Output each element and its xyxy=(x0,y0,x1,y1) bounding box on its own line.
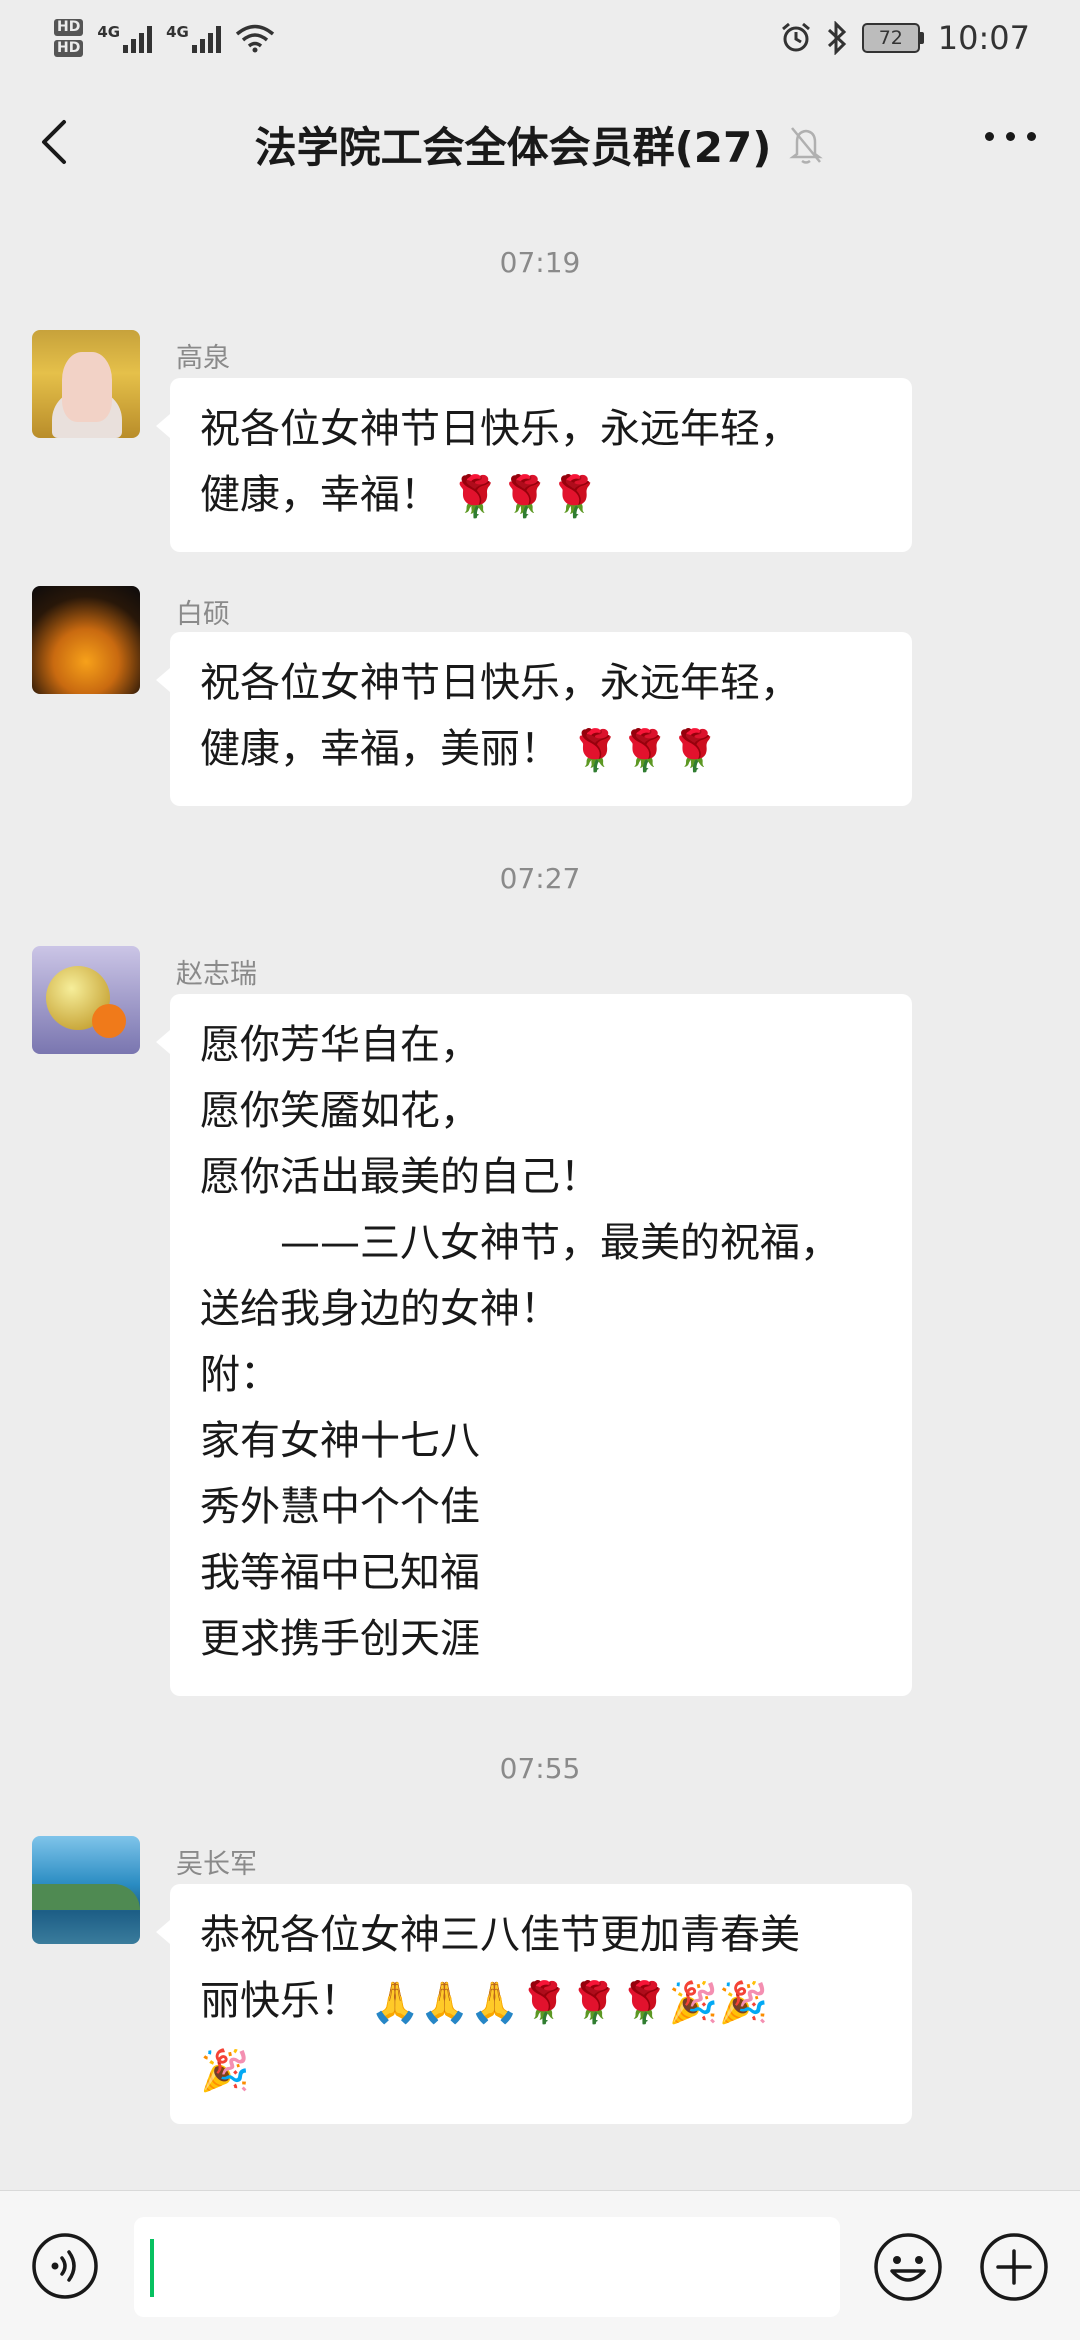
emoji-sequence: 🙏🙏🙏🌹🌹🌹🎉🎉 xyxy=(370,1980,769,2026)
message-line: 秀外慧中个个佳 xyxy=(200,1484,480,1530)
sender-name: 高泉 xyxy=(176,343,230,374)
party-popper-emoji: 🎉 xyxy=(200,2048,250,2094)
status-right: 72 10:07 xyxy=(780,19,1030,57)
message-bubble[interactable]: 恭祝各位女神三八佳节更加青春美 丽快乐！ 🙏🙏🙏🌹🌹🌹🎉🎉 🎉 xyxy=(156,1884,912,2124)
message-line: 送给我身边的女神！ xyxy=(200,1286,560,1332)
network-type-label: 4G xyxy=(97,23,121,41)
message-line: 丽快乐！ xyxy=(200,1978,360,2024)
avatar[interactable] xyxy=(32,586,140,694)
page-title: 法学院工会全体会员群(27) xyxy=(0,114,1080,175)
signal-icon: 4G xyxy=(166,23,221,53)
message-input[interactable] xyxy=(134,2217,840,2317)
wifi-icon xyxy=(235,24,274,53)
rose-emoji: 🌹🌹🌹 xyxy=(570,728,720,774)
timestamp: 07:55 xyxy=(499,1752,581,1785)
message-line: 家有女神十七八 xyxy=(200,1418,480,1464)
network-type-label: 4G xyxy=(166,23,189,41)
sender-name: 赵志瑞 xyxy=(176,959,257,990)
rose-emoji: 🌹🌹🌹 xyxy=(450,474,600,520)
group-name: 法学院工会全体会员群(27) xyxy=(254,123,772,172)
timestamp: 07:27 xyxy=(499,862,581,895)
plus-icon[interactable] xyxy=(978,2231,1050,2303)
emoji-button-icon[interactable] xyxy=(872,2231,944,2303)
message-line: 祝各位女神节日快乐，永远年轻， xyxy=(200,660,800,706)
battery-level: 72 xyxy=(878,27,903,49)
message-bubble[interactable]: 祝各位女神节日快乐，永远年轻， 健康，幸福！ 🌹🌹🌹 xyxy=(156,378,912,552)
clock: 10:07 xyxy=(937,19,1030,57)
message-line: 附： xyxy=(200,1352,280,1398)
sender-name: 白硕 xyxy=(176,599,230,630)
sender-name: 吴长军 xyxy=(176,1849,257,1880)
message-line: 健康，幸福！ xyxy=(200,472,440,518)
avatar[interactable] xyxy=(32,946,140,1054)
battery-icon: 72 xyxy=(861,23,924,53)
text-caret xyxy=(150,2239,154,2297)
message-line: ——三八女神节，最美的祝福， xyxy=(200,1220,840,1266)
message-line: 健康，幸福，美丽！ xyxy=(200,726,560,772)
more-options-icon[interactable] xyxy=(985,132,1036,141)
alarm-icon xyxy=(781,22,810,52)
hd-icon: HD xyxy=(54,19,84,36)
message-line: 祝各位女神节日快乐，永远年轻， xyxy=(200,406,800,452)
message-line: 更求携手创天涯 xyxy=(200,1616,480,1662)
status-left: HD HD 4G 4G xyxy=(54,19,275,57)
avatar[interactable] xyxy=(32,1836,140,1944)
input-bar xyxy=(0,2190,1080,2340)
avatar[interactable] xyxy=(32,330,140,438)
chat-header: 法学院工会全体会员群(27) xyxy=(0,76,1080,206)
message-bubble[interactable]: 祝各位女神节日快乐，永远年轻， 健康，幸福，美丽！ 🌹🌹🌹 xyxy=(156,632,912,806)
message-line: 我等福中已知福 xyxy=(200,1550,480,1596)
signal-icon: 4G xyxy=(97,23,153,53)
message-line: 恭祝各位女神三八佳节更加青春美 xyxy=(200,1912,800,1958)
status-bar: HD HD 4G 4G 72 10:07 xyxy=(0,0,1080,76)
timestamp: 07:19 xyxy=(499,246,581,279)
message-line: 愿你笑靥如花， xyxy=(200,1088,480,1134)
hd-icon: HD xyxy=(54,40,84,57)
message-line: 愿你活出最美的自己！ xyxy=(200,1154,600,1200)
bluetooth-icon xyxy=(827,21,846,55)
message-bubble[interactable]: 愿你芳华自在， 愿你笑靥如花， 愿你活出最美的自己！ ——三八女神节，最美的祝福… xyxy=(156,994,912,1696)
voice-input-button[interactable] xyxy=(30,2231,100,2301)
hd-indicators: HD HD xyxy=(54,19,84,57)
message-line: 愿你芳华自在， xyxy=(200,1022,480,1068)
mute-bell-icon xyxy=(789,126,824,164)
